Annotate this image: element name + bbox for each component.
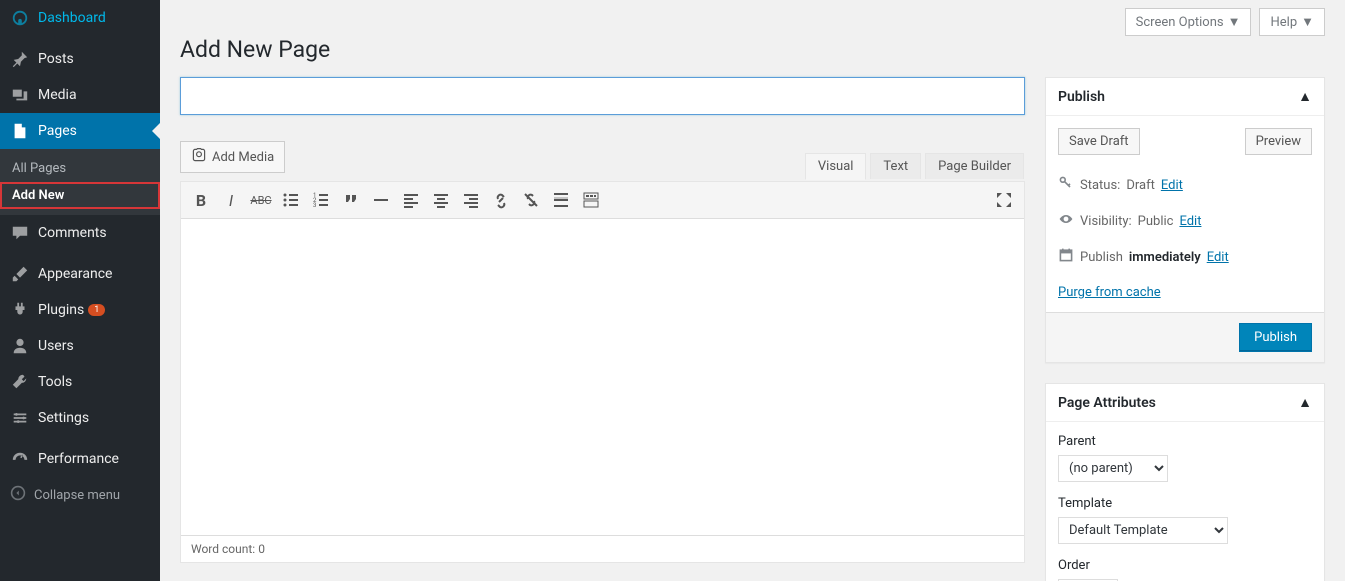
chevron-up-icon: ▲ bbox=[1298, 88, 1312, 105]
editor-container: Visual Text Page Builder B I ABC 123 bbox=[180, 181, 1025, 563]
collapse-menu-button[interactable]: Collapse menu bbox=[0, 477, 160, 513]
chevron-down-icon: ▼ bbox=[1301, 14, 1314, 30]
comment-icon bbox=[10, 223, 30, 243]
sidebar-item-label: Posts bbox=[38, 51, 74, 67]
horizontal-rule-button[interactable] bbox=[367, 186, 395, 214]
sidebar-item-label: Media bbox=[38, 87, 77, 103]
top-bar: Screen Options ▼ Help ▼ bbox=[180, 0, 1325, 36]
edit-visibility-link[interactable]: Edit bbox=[1179, 214, 1201, 229]
main-content: Screen Options ▼ Help ▼ Add New Page Add… bbox=[160, 0, 1345, 581]
page-attributes-metabox: Page Attributes ▲ Parent (no parent) Tem… bbox=[1045, 383, 1325, 581]
save-draft-button[interactable]: Save Draft bbox=[1058, 128, 1140, 155]
sidebar-item-dashboard[interactable]: Dashboard bbox=[0, 0, 160, 36]
plugin-update-badge: 1 bbox=[88, 304, 105, 316]
publish-button[interactable]: Publish bbox=[1239, 323, 1312, 352]
preview-button[interactable]: Preview bbox=[1245, 128, 1312, 155]
page-heading: Add New Page bbox=[180, 36, 1325, 63]
gauge-icon bbox=[10, 449, 30, 469]
plugin-icon bbox=[10, 300, 30, 320]
chevron-down-icon: ▼ bbox=[1228, 14, 1241, 30]
editor-toolbar: B I ABC 123 bbox=[181, 182, 1024, 219]
dashboard-icon bbox=[10, 8, 30, 28]
editor-content-area[interactable] bbox=[181, 219, 1024, 535]
sidebar-item-label: Pages bbox=[38, 123, 77, 139]
sidebar-item-label: Dashboard bbox=[38, 10, 106, 26]
admin-sidebar: Dashboard Posts Media Pages All Pages Ad… bbox=[0, 0, 160, 581]
read-more-button[interactable] bbox=[547, 186, 575, 214]
sidebar-item-performance[interactable]: Performance bbox=[0, 441, 160, 477]
attributes-metabox-toggle[interactable]: Page Attributes ▲ bbox=[1046, 384, 1324, 422]
collapse-label: Collapse menu bbox=[34, 488, 120, 503]
bullet-list-button[interactable] bbox=[277, 186, 305, 214]
page-icon bbox=[10, 121, 30, 141]
sidebar-item-label: Plugins bbox=[38, 302, 84, 318]
sidebar-item-pages[interactable]: Pages bbox=[0, 113, 160, 149]
user-icon bbox=[10, 336, 30, 356]
blockquote-button[interactable] bbox=[337, 186, 365, 214]
sidebar-item-posts[interactable]: Posts bbox=[0, 41, 160, 77]
pin-icon bbox=[10, 49, 30, 69]
page-title-input[interactable] bbox=[180, 77, 1025, 115]
sidebar-item-label: Appearance bbox=[38, 266, 112, 282]
fullscreen-button[interactable] bbox=[990, 186, 1018, 214]
publish-value: immediately bbox=[1129, 250, 1201, 265]
add-media-button[interactable]: Add Media bbox=[180, 141, 285, 173]
publish-metabox-toggle[interactable]: Publish ▲ bbox=[1046, 78, 1324, 116]
sidebar-submenu-pages: All Pages Add New bbox=[0, 149, 160, 215]
publish-metabox: Publish ▲ Save Draft Preview Status: Dra… bbox=[1045, 77, 1325, 363]
align-center-button[interactable] bbox=[427, 186, 455, 214]
sidebar-item-label: Users bbox=[38, 338, 74, 354]
tab-visual[interactable]: Visual bbox=[805, 153, 867, 180]
parent-select[interactable]: (no parent) bbox=[1058, 455, 1168, 482]
word-count-value: 0 bbox=[258, 542, 265, 556]
strikethrough-button[interactable]: ABC bbox=[247, 186, 275, 214]
bold-button[interactable]: B bbox=[187, 186, 215, 214]
number-list-button[interactable]: 123 bbox=[307, 186, 335, 214]
media-icon bbox=[10, 85, 30, 105]
parent-label: Parent bbox=[1058, 434, 1312, 449]
settings-icon bbox=[10, 408, 30, 428]
chevron-up-icon: ▲ bbox=[1298, 394, 1312, 411]
sidebar-item-tools[interactable]: Tools bbox=[0, 364, 160, 400]
edit-status-link[interactable]: Edit bbox=[1161, 178, 1183, 193]
collapse-icon bbox=[10, 485, 26, 505]
unlink-button[interactable] bbox=[517, 186, 545, 214]
help-button[interactable]: Help ▼ bbox=[1259, 8, 1325, 36]
tab-page-builder[interactable]: Page Builder bbox=[925, 153, 1024, 179]
edit-publish-date-link[interactable]: Edit bbox=[1207, 250, 1229, 265]
svg-text:3: 3 bbox=[313, 202, 316, 209]
italic-button[interactable]: I bbox=[217, 186, 245, 214]
sidebar-item-label: Settings bbox=[38, 410, 89, 426]
sidebar-subitem-all-pages[interactable]: All Pages bbox=[0, 155, 160, 182]
order-label: Order bbox=[1058, 558, 1312, 573]
sidebar-item-media[interactable]: Media bbox=[0, 77, 160, 113]
brush-icon bbox=[10, 264, 30, 284]
template-select[interactable]: Default Template bbox=[1058, 517, 1228, 544]
visibility-value: Public bbox=[1138, 214, 1174, 229]
align-left-button[interactable] bbox=[397, 186, 425, 214]
purge-cache-link[interactable]: Purge from cache bbox=[1058, 285, 1312, 300]
sidebar-subitem-add-new[interactable]: Add New bbox=[0, 182, 160, 209]
tab-text[interactable]: Text bbox=[870, 153, 921, 179]
editor-footer: Word count: 0 bbox=[181, 535, 1024, 562]
screen-options-button[interactable]: Screen Options ▼ bbox=[1125, 8, 1252, 36]
key-icon bbox=[1058, 175, 1074, 195]
sidebar-item-comments[interactable]: Comments bbox=[0, 215, 160, 251]
align-right-button[interactable] bbox=[457, 186, 485, 214]
link-button[interactable] bbox=[487, 186, 515, 214]
sidebar-item-appearance[interactable]: Appearance bbox=[0, 256, 160, 292]
template-label: Template bbox=[1058, 496, 1312, 511]
sidebar-item-label: Tools bbox=[38, 374, 72, 390]
sidebar-item-plugins[interactable]: Plugins 1 bbox=[0, 292, 160, 328]
sidebar-item-label: Performance bbox=[38, 451, 119, 467]
sidebar-item-settings[interactable]: Settings bbox=[0, 400, 160, 436]
sidebar-item-label: Comments bbox=[38, 225, 107, 241]
toolbar-toggle-button[interactable] bbox=[577, 186, 605, 214]
calendar-icon bbox=[1058, 247, 1074, 267]
status-value: Draft bbox=[1126, 178, 1155, 193]
media-icon bbox=[191, 147, 207, 167]
tool-icon bbox=[10, 372, 30, 392]
eye-icon bbox=[1058, 211, 1074, 231]
sidebar-item-users[interactable]: Users bbox=[0, 328, 160, 364]
